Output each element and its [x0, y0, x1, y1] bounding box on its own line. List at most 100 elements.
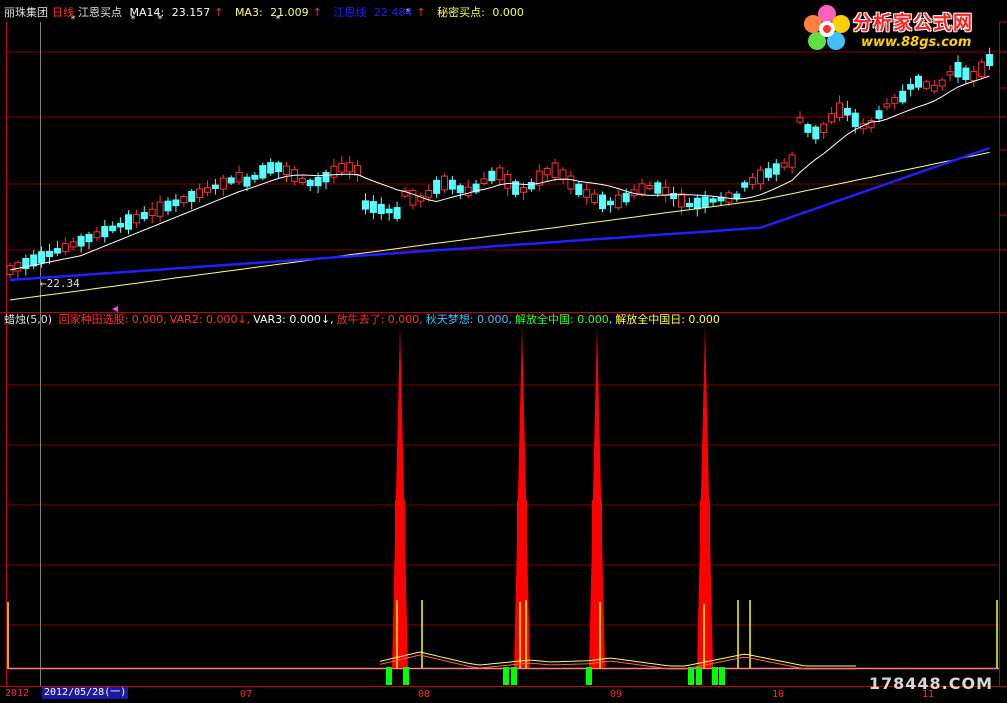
osc-curve-yellow	[379, 651, 856, 667]
candle-body-106	[843, 107, 851, 116]
candle-body-44	[354, 165, 362, 176]
candle-body-91	[725, 192, 733, 203]
candle-body-97	[772, 163, 780, 175]
candle-body-78	[622, 192, 630, 203]
candle-body-35	[283, 165, 290, 175]
site-logo: 分析家公式网 www.88gs.com	[801, 2, 1001, 54]
green-block-4	[586, 667, 592, 685]
candle-body-1	[14, 262, 22, 272]
candle-body-47	[377, 203, 385, 215]
marker-triangle	[112, 306, 118, 312]
ma3-arrow: ↑	[312, 6, 322, 19]
green-block-2	[503, 667, 509, 685]
period-label: 日线	[52, 6, 74, 19]
candle-body-39	[314, 176, 322, 187]
candle-body-57	[456, 185, 464, 194]
candle-body-110	[875, 110, 883, 119]
candle-body-71	[567, 175, 575, 190]
green-block-8	[719, 667, 725, 685]
candle-body-98	[780, 162, 788, 168]
candle-body-116	[922, 81, 930, 89]
candle-body-94	[749, 177, 757, 185]
gann-value: 22.484	[373, 6, 413, 19]
candle-body-5	[46, 250, 53, 258]
ma3-label: MA3:	[234, 6, 263, 19]
chart-window[interactable]: * * * * * 丽珠集团 日线 江恩买点 MA14: 23.157 ↑ MA3: 21.0…	[0, 0, 1007, 700]
candle-body-43	[346, 162, 354, 173]
ma14-readout: MA14: 23.157 ↑	[130, 6, 228, 19]
candle-body-15	[125, 214, 132, 230]
green-block-5	[688, 667, 694, 685]
candle-body-120	[954, 62, 962, 78]
candle-body-37	[298, 178, 306, 184]
candle-body-29	[235, 171, 243, 183]
candle-body-42	[338, 163, 346, 173]
ma3-readout: MA3: 21.009 ↑	[235, 6, 326, 19]
candle-body-49	[393, 207, 401, 219]
candle-body-9	[77, 235, 85, 247]
candle-body-51	[409, 190, 417, 206]
flower-icon	[804, 5, 850, 50]
secret-label: 秘密买点:	[437, 6, 485, 19]
ma14-value: 23.157	[171, 6, 211, 19]
sub-item-6: 解放全中国日: 0.000	[615, 313, 720, 326]
candle-body-63	[504, 174, 512, 189]
candle-body-85	[678, 193, 685, 208]
candle-body-8	[69, 241, 77, 248]
candle-body-7	[61, 243, 69, 253]
candle-body-118	[938, 79, 946, 87]
sub-panel-name: 蜡烛(5,0)	[4, 313, 53, 326]
candle-body-55	[441, 175, 448, 191]
candle-body-121	[962, 67, 970, 81]
sub-item-4: 秋天梦想: 0.000,	[425, 313, 512, 326]
candle-body-92	[733, 193, 741, 199]
ma14-label: MA14:	[129, 6, 165, 19]
candle-body-82	[654, 182, 662, 194]
chart-canvas[interactable]: * * * **	[0, 0, 1007, 699]
green-block-6	[696, 667, 702, 685]
candle-body-101	[804, 124, 812, 133]
candle-body-33	[267, 162, 275, 174]
ma3-value: 21.009	[270, 6, 309, 19]
candle-body-70	[559, 169, 567, 181]
gann-arrow: ↑	[416, 6, 426, 19]
candle-body-18	[148, 208, 156, 217]
sub-panel-header: 蜡烛(5,0) 回家种田选股: 0.000, VAR2: 0.000↓, VAR3:…	[4, 313, 726, 326]
candle-body-62	[496, 167, 504, 181]
red-spike-body-3	[700, 500, 710, 668]
candle-body-27	[219, 177, 227, 190]
candle-body-87	[693, 197, 701, 210]
sub-item-0: 回家种田选股: 0.000,	[58, 313, 167, 326]
candle-body-21	[172, 199, 180, 207]
candle-body-81	[646, 185, 654, 190]
sub-item-3: 放牛去了: 0.000,	[336, 313, 423, 326]
candle-body-61	[488, 170, 496, 182]
candle-body-14	[117, 222, 125, 228]
candle-body-100	[796, 117, 804, 123]
low-price-marker: ←22.34	[40, 277, 80, 290]
candle-body-56	[448, 179, 456, 190]
candle-body-26	[211, 184, 219, 189]
candle-body-38	[306, 179, 314, 187]
candle-body-124	[986, 53, 994, 67]
watermark: 178448.COM	[868, 674, 993, 693]
candle-body-103	[820, 123, 828, 133]
candle-body-6	[53, 248, 61, 254]
candle-body-25	[204, 187, 211, 193]
candle-body-113	[899, 90, 907, 103]
candle-body-76	[606, 200, 614, 206]
candle-body-107	[851, 112, 859, 128]
candle-body-28	[227, 177, 235, 184]
candle-body-111	[883, 103, 891, 108]
candle-body-17	[140, 212, 148, 220]
candle-body-54	[433, 179, 441, 194]
candle-body-40	[322, 171, 330, 183]
logo-url: www.88gs.com	[861, 35, 972, 50]
candle-body-13	[109, 225, 117, 232]
candle-body-20	[164, 200, 172, 212]
candle-body-96	[764, 168, 772, 178]
candle-body-122	[970, 70, 978, 82]
candle-body-123	[978, 61, 986, 78]
candle-body-24	[196, 188, 204, 198]
candle-body-74	[591, 193, 599, 203]
